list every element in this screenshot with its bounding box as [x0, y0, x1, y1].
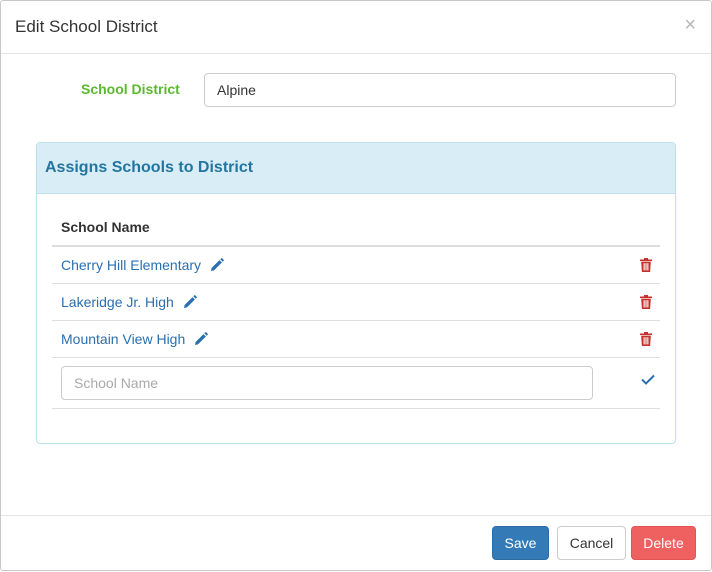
- table-row: Lakeridge Jr. High: [52, 284, 660, 321]
- save-button[interactable]: Save: [492, 526, 549, 560]
- new-school-name-input[interactable]: [61, 366, 593, 400]
- modal-title: Edit School District: [15, 17, 158, 36]
- school-link[interactable]: Lakeridge Jr. High: [61, 294, 197, 310]
- school-link[interactable]: Mountain View High: [61, 331, 209, 347]
- panel-heading: Assigns Schools to District: [37, 143, 675, 194]
- check-icon[interactable]: [641, 374, 655, 385]
- modal-footer: Save Cancel Delete: [1, 515, 711, 572]
- school-name-column-header: School Name: [61, 219, 150, 235]
- school-name[interactable]: Lakeridge Jr. High: [61, 294, 174, 310]
- table-header: School Name: [52, 208, 660, 247]
- trash-icon[interactable]: [640, 258, 652, 272]
- new-school-row: [52, 358, 660, 409]
- school-district-input[interactable]: [204, 73, 676, 107]
- school-district-label: School District: [81, 81, 180, 97]
- table-row: Mountain View High: [52, 321, 660, 358]
- close-icon[interactable]: ×: [684, 15, 696, 35]
- pencil-icon[interactable]: [194, 332, 209, 346]
- edit-school-district-modal: Edit School District × School District A…: [0, 0, 712, 571]
- assign-schools-panel: Assigns Schools to District School Name …: [36, 142, 676, 444]
- school-name[interactable]: Cherry Hill Elementary: [61, 257, 201, 273]
- school-name[interactable]: Mountain View High: [61, 331, 185, 347]
- schools-table: School Name Cherry Hill Elementary Laker…: [52, 208, 660, 409]
- pencil-icon[interactable]: [210, 258, 224, 272]
- table-row: Cherry Hill Elementary: [52, 247, 660, 284]
- cancel-button[interactable]: Cancel: [557, 526, 626, 560]
- school-link[interactable]: Cherry Hill Elementary: [61, 257, 224, 273]
- modal-header: Edit School District ×: [1, 1, 711, 54]
- pencil-icon[interactable]: [183, 295, 197, 309]
- delete-button[interactable]: Delete: [631, 526, 696, 560]
- trash-icon[interactable]: [640, 295, 652, 309]
- trash-icon[interactable]: [640, 332, 652, 346]
- panel-title: Assigns Schools to District: [45, 159, 254, 176]
